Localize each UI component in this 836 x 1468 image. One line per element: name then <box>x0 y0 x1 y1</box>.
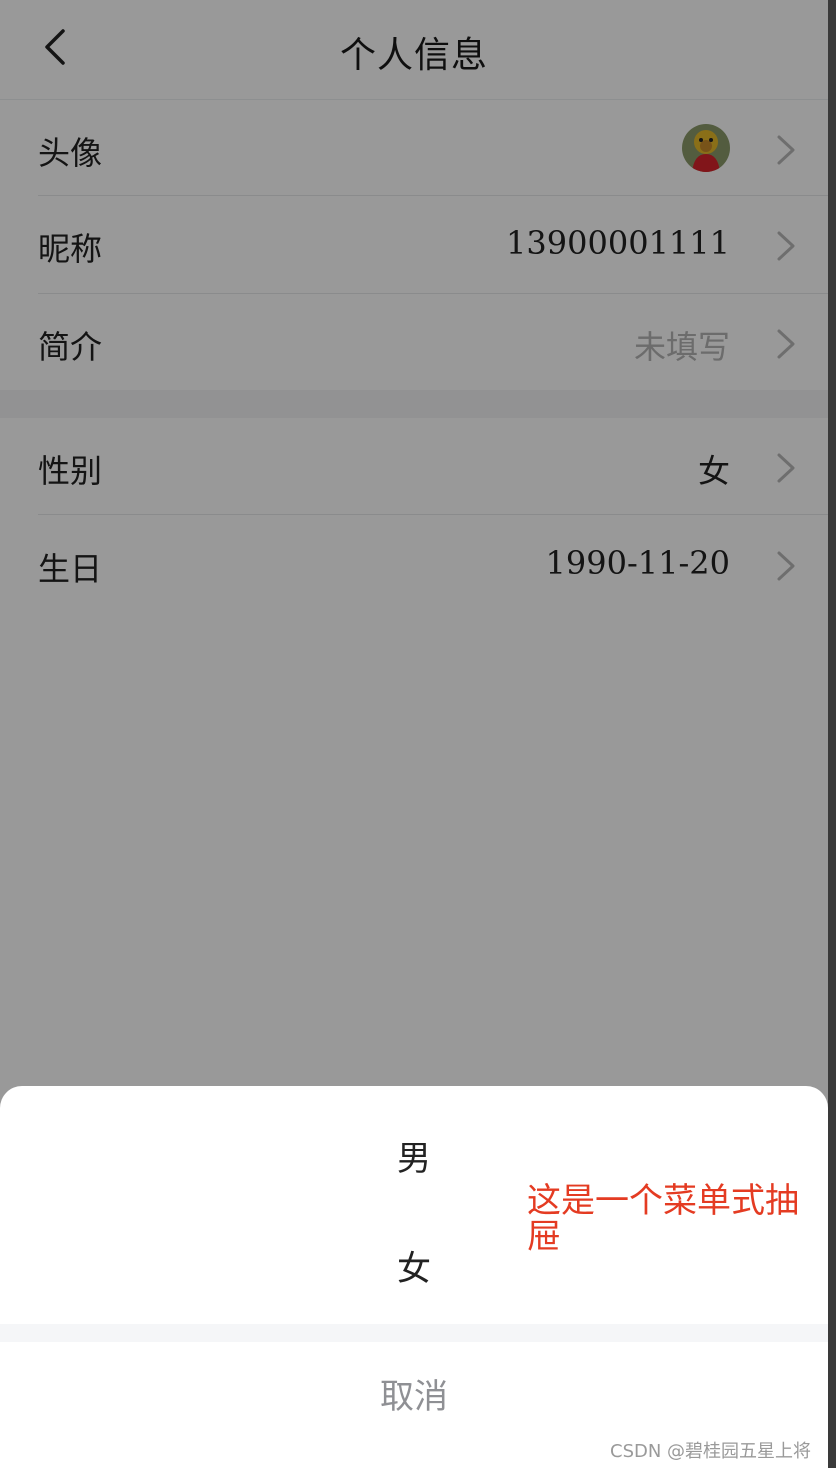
annotation-text: 这是一个菜单式抽屉 <box>527 1181 799 1257</box>
action-sheet-gap <box>0 1324 828 1342</box>
personal-info-page: 个人信息 头像 昵称 13900001111 简介 未填写 性别 女 生日 19… <box>0 0 828 1468</box>
window-edge <box>828 0 836 1468</box>
action-sheet: 男 女 取消 <box>0 1086 828 1468</box>
watermark: CSDN @碧桂园五星上将 <box>610 1441 812 1462</box>
